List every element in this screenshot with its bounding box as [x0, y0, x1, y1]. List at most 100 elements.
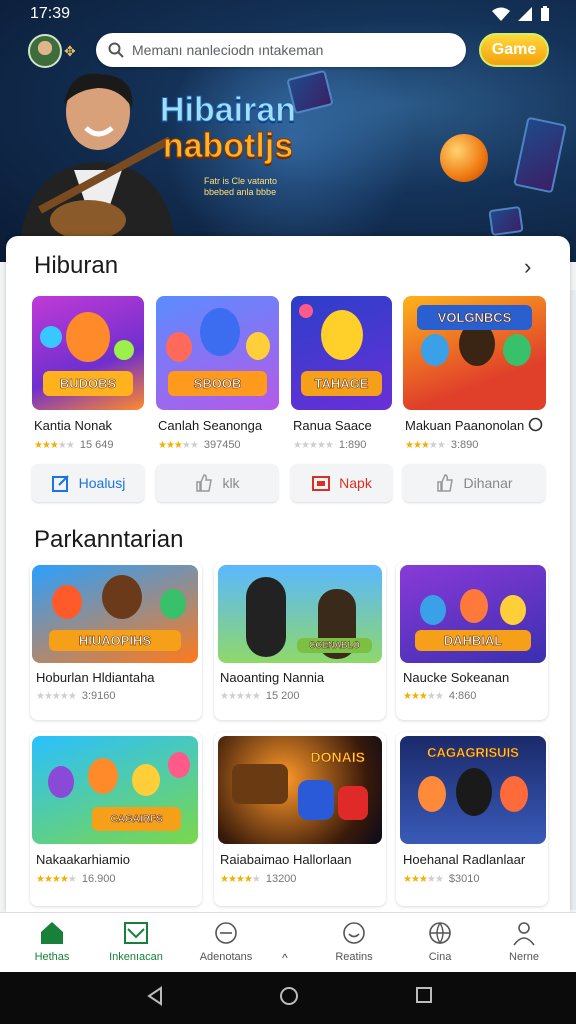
- game-button[interactable]: Game: [479, 33, 549, 67]
- status-bar: 17:39: [0, 0, 576, 28]
- game-tile[interactable]: DONAIS: [218, 736, 382, 844]
- character-art: [460, 589, 488, 623]
- game-title[interactable]: Hoburlan Hldiantaha: [36, 670, 155, 685]
- character-art: [500, 595, 526, 625]
- nav-label: Adenotans: [199, 951, 253, 963]
- game-art-title: DONAIS: [310, 748, 365, 765]
- character-art: [421, 334, 449, 366]
- game-title[interactable]: Nakaakarhiamio: [36, 852, 130, 867]
- hero-title-line1: Hibairan: [159, 91, 297, 129]
- action-label: klk: [222, 475, 240, 491]
- nav-item-cina[interactable]: Cina: [400, 919, 480, 963]
- hero-banner[interactable]: 17:39 ✥ Game Hibairan nabotljs Fatr is C…: [0, 0, 576, 262]
- game-title[interactable]: Ranua Saace: [293, 418, 372, 433]
- game-tile[interactable]: CAGAIRFS: [32, 736, 198, 844]
- search-bar[interactable]: [96, 33, 466, 67]
- game-meta: ★★★★★ 15 200: [220, 690, 299, 702]
- game-tile[interactable]: VOLGNBCS: [403, 296, 546, 410]
- recents-icon[interactable]: [415, 986, 433, 1004]
- game-title[interactable]: Makuan Paanonolan: [405, 418, 524, 433]
- card-decoration: [488, 205, 524, 237]
- hero-title-line2: nabotljs: [162, 127, 294, 165]
- chevron-right-icon[interactable]: ›: [524, 254, 531, 280]
- character-art: [132, 764, 160, 796]
- character-art: [52, 585, 82, 619]
- nav-label: Nerne: [509, 951, 539, 963]
- nav-item-reatins[interactable]: Reatins: [314, 919, 394, 963]
- rating-stars: ★★★★★: [220, 690, 261, 702]
- action-button-napk[interactable]: Napk: [291, 464, 392, 502]
- game-title[interactable]: Naucke Sokeanan: [403, 670, 509, 685]
- character-art: [456, 768, 492, 816]
- download-count: 4:860: [448, 690, 477, 702]
- download-count: 13200: [265, 873, 297, 885]
- game-title[interactable]: Canlah Seanonga: [158, 418, 262, 433]
- system-nav-bar: [0, 972, 576, 1024]
- back-icon[interactable]: [146, 986, 164, 1006]
- download-count: 16.900: [81, 873, 116, 885]
- chevron-up-icon[interactable]: ^: [282, 951, 288, 965]
- game-tile[interactable]: TAHAGE: [291, 296, 392, 410]
- rating-stars: ★★★★★: [34, 439, 75, 451]
- person-icon: [513, 922, 535, 946]
- action-label: Hoalusj: [78, 475, 126, 491]
- section-title-hiburan: Hiburan: [34, 252, 119, 279]
- next-panel-edge: [570, 290, 576, 910]
- character-art: [500, 776, 528, 812]
- rating-stars: ★★★★★: [403, 873, 444, 885]
- game-art-title: CCENABLO: [296, 637, 373, 654]
- game-title[interactable]: Hoehanal Radlanlaar: [403, 852, 525, 867]
- nav-item-home[interactable]: Hethas: [12, 919, 92, 963]
- game-art-title: HIUAOPIHS: [48, 629, 182, 652]
- nav-item-adenotans[interactable]: Adenotans: [186, 919, 266, 963]
- game-meta: ★★★★★ 3:890: [405, 439, 478, 451]
- game-tile[interactable]: DAHBIAL: [400, 565, 546, 663]
- action-button-dihanar[interactable]: Dihanar: [403, 464, 545, 502]
- globe-icon: [429, 922, 451, 945]
- rating-stars: ★★★★★: [220, 873, 261, 885]
- rating-stars: ★★★★★: [405, 439, 446, 451]
- game-tile[interactable]: CCENABLO: [218, 565, 382, 663]
- game-meta: ★★★★★ 1:890: [293, 439, 366, 451]
- game-title[interactable]: Raiabaimao Hallorlaan: [220, 852, 352, 867]
- game-tile[interactable]: HIUAOPIHS: [32, 565, 198, 663]
- thumbs-up-icon: [196, 474, 213, 492]
- game-title[interactable]: Naoanting Nannia: [220, 670, 324, 685]
- rating-stars: ★★★★★: [36, 690, 77, 702]
- game-art-title: TAHAGE: [301, 371, 382, 397]
- character-art: [200, 308, 240, 356]
- nav-label: Hethas: [34, 951, 70, 963]
- game-meta: ★★★★★ 397450: [158, 439, 241, 451]
- character-art: [246, 332, 270, 360]
- game-art-title: BUDOBS: [43, 371, 133, 397]
- home-circle-icon[interactable]: [279, 986, 299, 1006]
- download-count: $3010: [448, 873, 480, 885]
- download-count: 15 200: [265, 690, 300, 702]
- download-count: 1:890: [338, 439, 367, 451]
- search-input[interactable]: [132, 42, 452, 58]
- action-label: Napk: [339, 475, 372, 491]
- game-tile[interactable]: CAGAGRISUIS: [400, 736, 546, 844]
- action-button-like[interactable]: klk: [156, 464, 278, 502]
- search-circle-icon[interactable]: [528, 417, 543, 432]
- card-decoration: [513, 116, 567, 194]
- action-button-hoalusj[interactable]: Hoalusj: [32, 464, 144, 502]
- download-count: 3:890: [450, 439, 479, 451]
- game-art-title: DAHBIAL: [414, 629, 532, 652]
- hero-title: Hibairan nabotljs: [159, 91, 297, 165]
- game-art-title: CAGAIRFS: [91, 807, 182, 832]
- game-art-title: CAGAGRISUIS: [427, 744, 519, 760]
- character-art: [338, 786, 368, 820]
- character-art: [298, 780, 334, 820]
- battery-icon: [541, 6, 549, 21]
- nav-item-inkeniacan[interactable]: Inkenıacan: [96, 919, 176, 963]
- status-time: 17:39: [30, 5, 71, 22]
- game-title[interactable]: Kantia Nonak: [34, 418, 112, 433]
- character-art: [114, 340, 134, 360]
- character-art: [299, 304, 313, 318]
- game-tile[interactable]: BUDOBS: [32, 296, 144, 410]
- game-tile[interactable]: SBOOB: [156, 296, 279, 410]
- avatar[interactable]: [28, 34, 62, 68]
- action-label: Dihanar: [463, 475, 513, 491]
- nav-item-nerne[interactable]: Nerne: [484, 919, 564, 963]
